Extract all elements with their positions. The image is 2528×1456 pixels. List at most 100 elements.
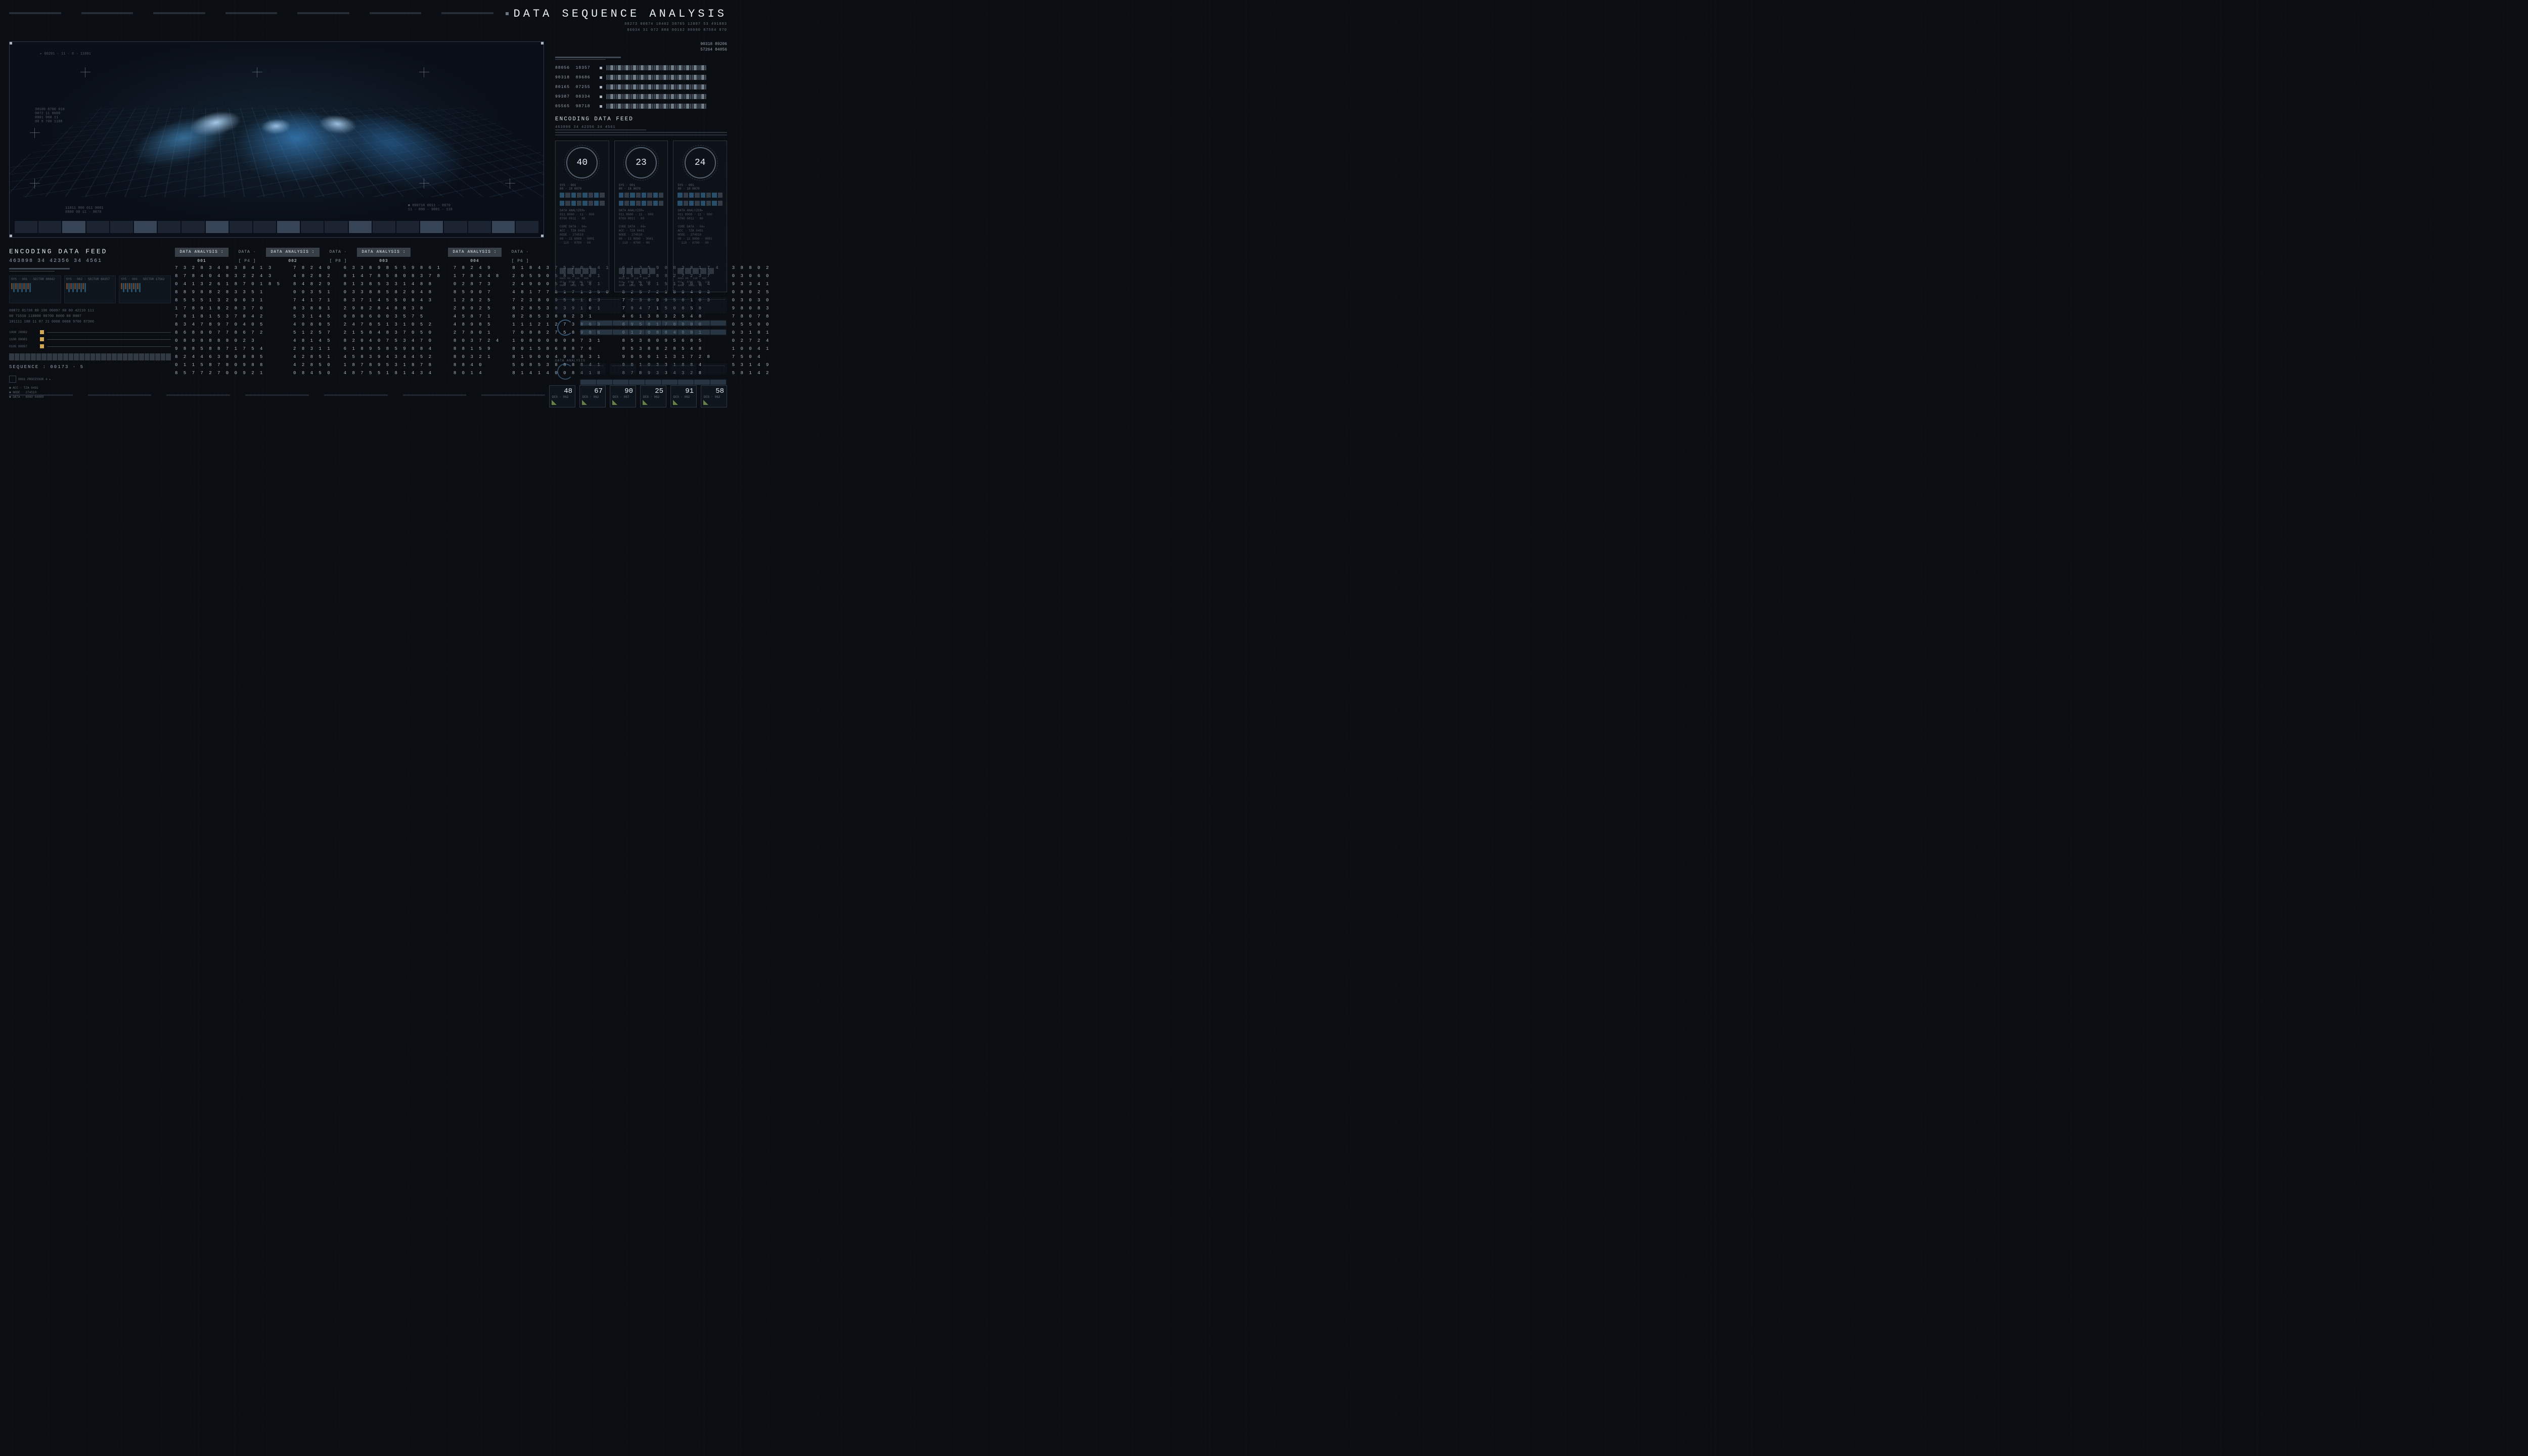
data-row: 0 2 7 2 4 xyxy=(732,337,771,345)
gauge-card[interactable]: 24 SYS · 00180 · 18 0070 DATA ANALYZER▸0… xyxy=(673,141,727,292)
viz-timeline[interactable] xyxy=(15,221,538,233)
gauge-dial-icon: 40 xyxy=(566,147,598,178)
mini-chart[interactable] xyxy=(670,363,697,375)
data-row: 7 8 2 4 9 xyxy=(454,264,500,272)
mini-track xyxy=(579,379,727,386)
data-row: 4 8 9 8 5 xyxy=(454,321,500,329)
data-row: 8 5 7 7 2 7 0 0 9 2 1 xyxy=(175,369,281,377)
gauge-chip-icon xyxy=(642,268,648,274)
main-visualization-panel[interactable]: ▸ 80291 · 11 · 8 · 11091 38100 8700 0180… xyxy=(9,41,544,238)
data-row: 7 8 1 8 1 5 3 7 8 4 2 xyxy=(175,312,281,321)
data-row: 8 0 1 4 xyxy=(454,369,500,377)
metric-tile[interactable]: 48DCS · 062 xyxy=(549,385,575,407)
data-analysis-header: DATA · [ P4 ] xyxy=(232,248,263,257)
radial-gauge-icon xyxy=(557,363,573,380)
mini-chart[interactable] xyxy=(696,297,727,313)
gauge-chip-icon xyxy=(634,268,640,274)
data-row: 8 5 9 0 7 xyxy=(454,288,500,296)
data-row: 8 8 9 8 8 2 8 3 3 5 1 xyxy=(175,288,281,296)
data-row: 8 3 8 8 1 xyxy=(293,304,332,312)
gauge-card[interactable]: 23 SYS · 00180 · 18 0070 DATA ANALYZER▸0… xyxy=(614,141,668,292)
metric-tile[interactable]: 67DCS · 062 xyxy=(579,385,606,407)
right-top-numbers: 90318 89206 57264 84056 xyxy=(555,41,727,53)
data-row: 8 6 8 8 0 7 7 8 6 7 2 xyxy=(175,329,281,337)
data-row: 8 0 3 2 1 xyxy=(454,353,500,361)
gauge-dial-icon: 23 xyxy=(625,147,657,178)
gauge-dial-icon: 24 xyxy=(685,147,716,178)
data-row: 0 3 0 3 0 xyxy=(732,296,771,304)
data-row: 8 3 4 7 8 9 7 0 4 0 5 xyxy=(175,321,281,329)
data-row: 4 8 2 8 2 xyxy=(293,272,332,280)
mini-chart[interactable] xyxy=(610,363,636,375)
telemetry-track[interactable]: 05565 98718 xyxy=(555,103,727,109)
radial-gauge-icon xyxy=(557,320,573,336)
telemetry-track[interactable]: 99387 08334 xyxy=(555,94,727,100)
data-row: 5 3 1 4 9 xyxy=(732,361,771,369)
data-row: 9 8 8 5 8 8 7 1 7 5 4 xyxy=(175,345,281,353)
telemetry-track[interactable]: 80165 07255 xyxy=(555,84,727,90)
slider-group: 1000 28982 1100 80081 0105 80857 xyxy=(9,330,171,348)
gauge-card[interactable]: 40 SYS · 00180 · 18 0070 DATA ANALYZER▸0… xyxy=(555,141,609,292)
telemetry-track[interactable]: 90318 89686 xyxy=(555,74,727,80)
sys-block-1[interactable]: SYS · 001 · SECTOR 88042 xyxy=(9,276,61,303)
metric-tile[interactable]: 58DCS · 062 xyxy=(701,385,727,407)
bottom-tile-row: 48DCS · 06267DCS · 06290DCS · 06725DCS ·… xyxy=(549,385,727,407)
sys-block-3[interactable]: SYS · 003 · SECTOR 17562 xyxy=(119,276,171,303)
data-row: 1 7 8 3 4 8 xyxy=(454,272,500,280)
mini-chart[interactable] xyxy=(579,363,606,375)
metric-tile[interactable]: 91DCS · 062 xyxy=(670,385,697,407)
data-row: 1 0 0 4 1 xyxy=(732,345,771,353)
slider-2[interactable]: 1100 80081 xyxy=(9,337,171,341)
encoding-panel-left: ENCODING DATA FEED 463898 34 42356 34 45… xyxy=(9,248,171,399)
data-row: 8 8 1 5 9 xyxy=(454,345,500,353)
data-analysis-header[interactable]: DATA ANALYSIS : 003 xyxy=(357,248,411,257)
page-title: DATA SEQUENCE ANALYSIS xyxy=(506,8,727,20)
mini-chart[interactable] xyxy=(555,297,586,313)
mini-chart[interactable] xyxy=(701,363,727,375)
data-row: 4 2 8 5 1 xyxy=(293,353,332,361)
data-row: 4 5 8 7 1 xyxy=(454,312,500,321)
data-row: 0 2 8 7 3 xyxy=(454,280,500,288)
doc-icon[interactable] xyxy=(9,376,16,383)
analysis-label: DATA ANALYSIS xyxy=(555,359,727,362)
gauge-chip-icon xyxy=(560,268,566,274)
data-row: 9 8 0 8 3 xyxy=(732,304,771,312)
gauge-chip-icon xyxy=(649,268,655,274)
data-row: 2 8 3 1 1 xyxy=(293,345,332,353)
metric-tile[interactable]: 90DCS · 067 xyxy=(610,385,636,407)
data-row: 8 3 7 1 4 5 5 0 8 4 3 xyxy=(344,296,441,304)
page-header: DATA SEQUENCE ANALYSIS 88273 00874 18402… xyxy=(506,8,727,32)
mini-chart[interactable] xyxy=(591,297,622,313)
data-row: 2 9 8 2 8 4 8 8 3 8 xyxy=(344,304,441,312)
waveform xyxy=(9,353,171,360)
mini-chart[interactable] xyxy=(640,363,666,375)
data-row: 4 2 8 5 0 xyxy=(293,361,332,369)
gauge-chip-icon xyxy=(678,268,684,274)
data-analysis-header[interactable]: DATA ANALYSIS : 001 xyxy=(175,248,229,257)
slider-3[interactable]: 0105 80857 xyxy=(9,344,171,348)
data-analysis-header[interactable]: DATA ANALYSIS : 004 xyxy=(448,248,502,257)
slider-1[interactable]: 1000 28982 xyxy=(9,330,171,334)
data-analysis-grid: DATA ANALYSIS : 001DATA · [ P4 ]DATA ANA… xyxy=(175,248,549,377)
viz-annotation: ▸ 80291 · 11 · 8 · 11091 xyxy=(40,52,91,56)
data-row: 5 1 2 5 7 xyxy=(293,329,332,337)
encoding-numbers: 463898 34 42356 34 4561 xyxy=(9,258,171,264)
mini-chart[interactable] xyxy=(625,297,657,313)
mini-chart-row xyxy=(555,297,727,313)
data-row: 0 3 1 8 1 xyxy=(732,329,771,337)
bottom-decoration-strip xyxy=(9,394,545,398)
data-analysis-header[interactable]: DATA ANALYSIS : 002 xyxy=(266,248,320,257)
gauge-chip-icon xyxy=(619,268,625,274)
metric-tile[interactable]: 25DCS · 062 xyxy=(640,385,666,407)
data-row: 2 1 5 8 4 8 3 7 0 5 0 xyxy=(344,329,441,337)
mini-track xyxy=(579,329,727,336)
data-row: 0 5 5 0 0 xyxy=(732,321,771,329)
telemetry-track[interactable]: 88056 18357 xyxy=(555,65,727,71)
data-row: 1 2 8 2 5 xyxy=(454,296,500,304)
data-row: 5 3 1 4 5 xyxy=(293,312,332,321)
mini-chart[interactable] xyxy=(661,297,692,313)
data-row: 7 3 2 8 3 4 8 3 8 4 1 3 xyxy=(175,264,281,272)
data-row: 8 2 0 4 0 7 5 3 4 7 0 xyxy=(344,337,441,345)
gauge-chip-icon xyxy=(567,268,573,274)
sys-block-2[interactable]: SYS · 002 · SECTOR 88357 xyxy=(64,276,116,303)
